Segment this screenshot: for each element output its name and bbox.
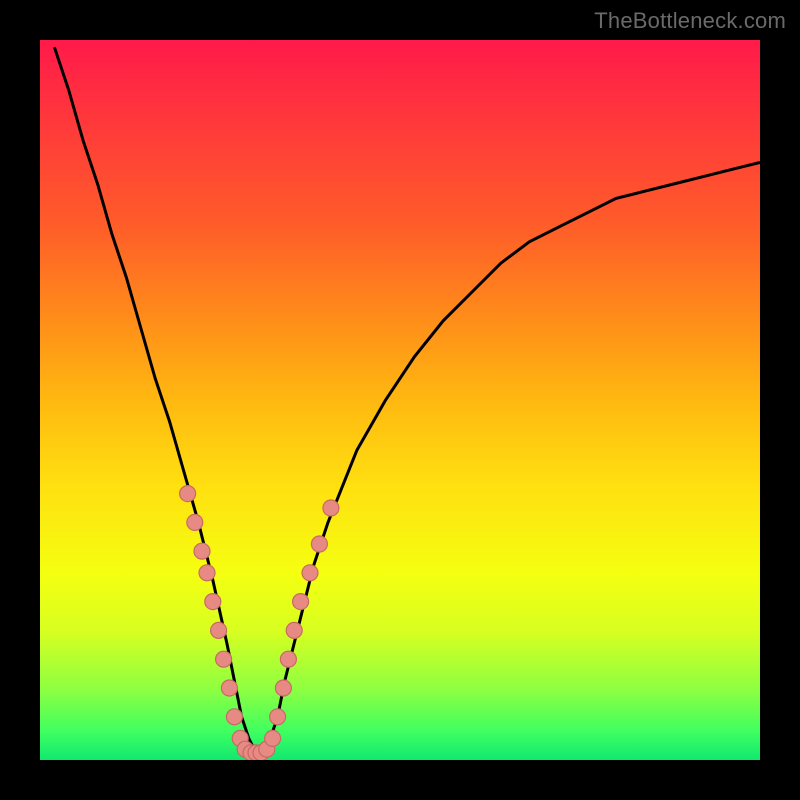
marker-dot [265,730,281,746]
plot-area [40,40,760,760]
marker-dot [194,543,210,559]
marker-dot [205,594,221,610]
marker-dot [280,651,296,667]
marker-dot [275,680,291,696]
marker-dot [302,565,318,581]
marker-dot [216,651,232,667]
marker-dot [311,536,327,552]
marker-dot [323,500,339,516]
marker-dot [270,709,286,725]
marker-dot [286,622,302,638]
bottleneck-curve [54,47,760,753]
curve-svg [40,40,760,760]
marker-dot [221,680,237,696]
chart-container: TheBottleneck.com [0,0,800,800]
marker-dot [180,486,196,502]
marker-dot [293,594,309,610]
marker-dot [187,514,203,530]
watermark-text: TheBottleneck.com [594,8,786,34]
marker-dot [199,565,215,581]
marker-dot [211,622,227,638]
marker-dots [180,486,339,760]
marker-dot [226,709,242,725]
